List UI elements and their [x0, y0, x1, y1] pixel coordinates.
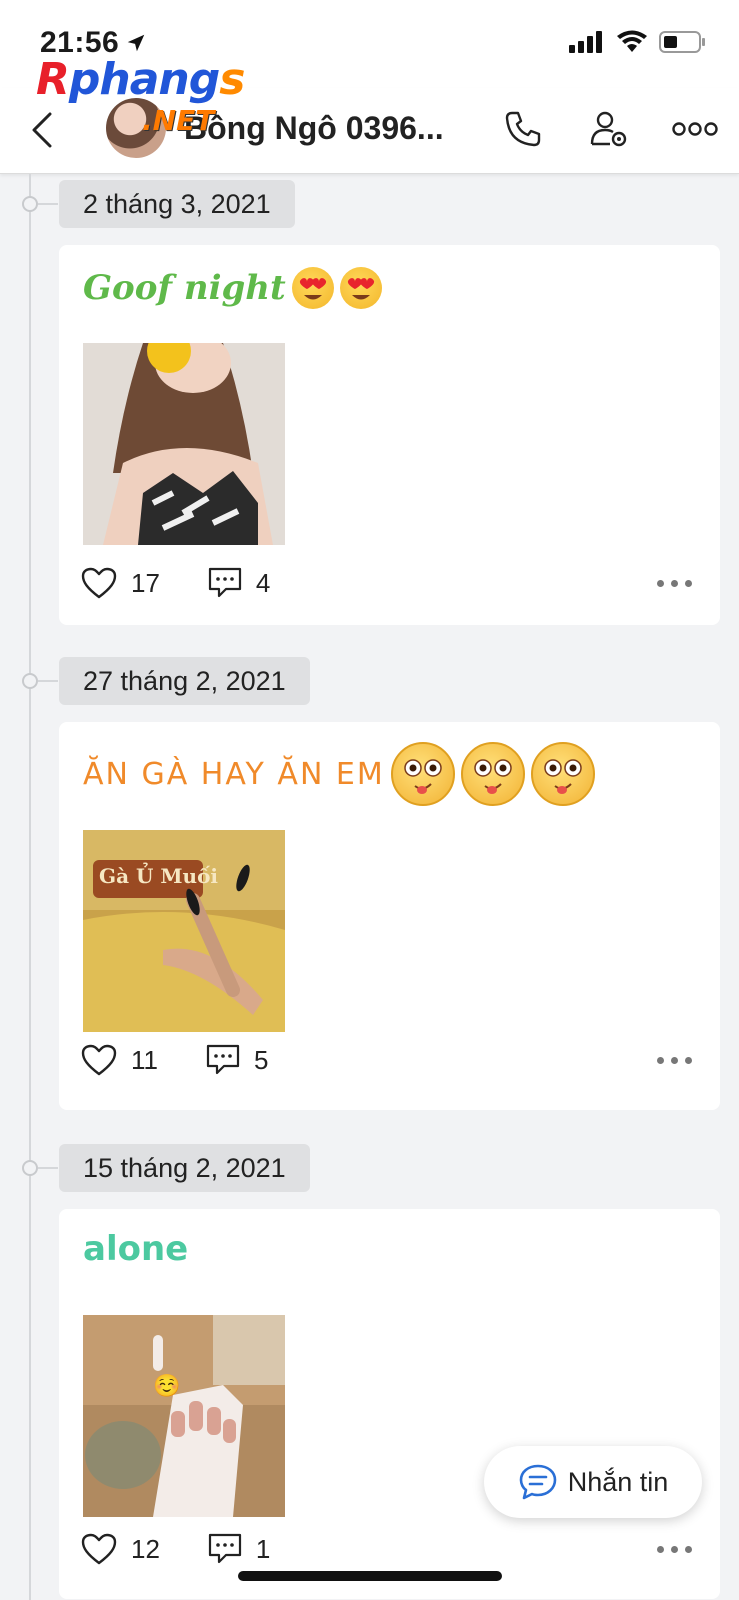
like-button[interactable]: 11 [81, 1044, 158, 1076]
watermark-net: .NET [142, 104, 215, 137]
like-count: 11 [131, 1044, 158, 1075]
watermark-logo: Rphangs [36, 58, 245, 102]
timeline-dot [22, 673, 38, 689]
post-card[interactable]: Goof night 17 4 [59, 245, 720, 625]
wifi-icon [617, 30, 647, 52]
date-chip: 27 tháng 2, 2021 [59, 657, 310, 705]
battery-icon [659, 31, 705, 53]
post-actions: 11 5 [81, 1040, 692, 1080]
heart-icon [81, 1533, 117, 1565]
post-photo[interactable]: Gà Ủ Muối [83, 830, 285, 1032]
home-indicator [238, 1571, 502, 1581]
post-more-button[interactable] [657, 1545, 692, 1553]
heart-icon [81, 567, 117, 599]
logo-letter-r: R [36, 54, 70, 105]
timeline-tick [38, 1167, 58, 1169]
post-more-button[interactable] [657, 1056, 692, 1064]
post-caption-text: ĂN GÀ HAY ĂN EM [83, 756, 385, 792]
post-card[interactable]: alone ☺️ 12 1 [59, 1209, 720, 1599]
location-arrow-icon [127, 34, 145, 52]
comment-count: 4 [255, 567, 271, 598]
timeline-dot [22, 196, 38, 212]
logo-phang: phang [68, 54, 220, 105]
comment-button[interactable]: 1 [208, 1533, 270, 1565]
contact-name[interactable]: Bông Ngô 0396... [184, 110, 444, 147]
more-horizontal-icon [672, 122, 718, 136]
comment-button[interactable]: 5 [206, 1044, 268, 1076]
user-settings-icon [590, 111, 627, 147]
date-chip: 2 tháng 3, 2021 [59, 180, 295, 228]
send-message-button[interactable]: Nhắn tin [484, 1446, 702, 1518]
phone-icon [505, 111, 541, 147]
post-caption: Goof night [83, 267, 382, 309]
post-caption: ĂN GÀ HAY ĂN EM [83, 742, 595, 806]
post-photo[interactable]: ☺️ [83, 1315, 285, 1517]
comment-icon [208, 567, 242, 598]
timeline-line [29, 174, 31, 1600]
flushed-emoji-icon [530, 742, 595, 806]
timeline-dot [22, 1160, 38, 1176]
post-actions: 12 1 [81, 1529, 692, 1569]
send-message-label: Nhắn tin [567, 1466, 669, 1497]
heart-eyes-emoji-icon [339, 267, 382, 309]
comment-icon [206, 1044, 240, 1075]
photo-emoji: ☺️ [153, 1373, 181, 1398]
like-button[interactable]: 17 [81, 567, 160, 599]
chat-bubble-icon [519, 1464, 557, 1500]
post-caption: alone [83, 1229, 188, 1269]
post-photo[interactable] [83, 343, 285, 545]
date-chip: 15 tháng 2, 2021 [59, 1144, 310, 1192]
flushed-emoji-icon [460, 742, 525, 806]
chevron-left-icon [32, 112, 52, 148]
like-count: 17 [131, 567, 160, 598]
comment-count: 1 [255, 1533, 271, 1564]
comment-icon [208, 1533, 242, 1564]
back-button[interactable] [28, 108, 58, 152]
heart-eyes-emoji-icon [291, 267, 334, 309]
photo-label: Gà Ủ Muối [99, 864, 219, 888]
comment-count: 5 [254, 1044, 269, 1075]
post-actions: 17 4 [81, 563, 692, 603]
post-more-button[interactable] [657, 579, 692, 587]
timeline-tick [38, 680, 58, 682]
post-caption-text: Goof night [83, 268, 286, 308]
timeline-tick [38, 203, 58, 205]
more-options-button[interactable] [672, 106, 718, 152]
comment-button[interactable]: 4 [208, 567, 270, 599]
post-card[interactable]: ĂN GÀ HAY ĂN EM Gà Ủ Muối 11 5 [59, 722, 720, 1110]
cellular-signal-icon [569, 31, 602, 53]
like-count: 12 [131, 1533, 160, 1564]
post-caption-text: alone [83, 1229, 189, 1269]
status-icons [569, 30, 707, 54]
call-button[interactable] [500, 106, 546, 152]
heart-icon [81, 1044, 117, 1076]
flushed-emoji-icon [390, 742, 455, 806]
like-button[interactable]: 12 [81, 1533, 160, 1565]
profile-settings-button[interactable] [586, 106, 632, 152]
logo-letter-s: s [219, 54, 245, 105]
